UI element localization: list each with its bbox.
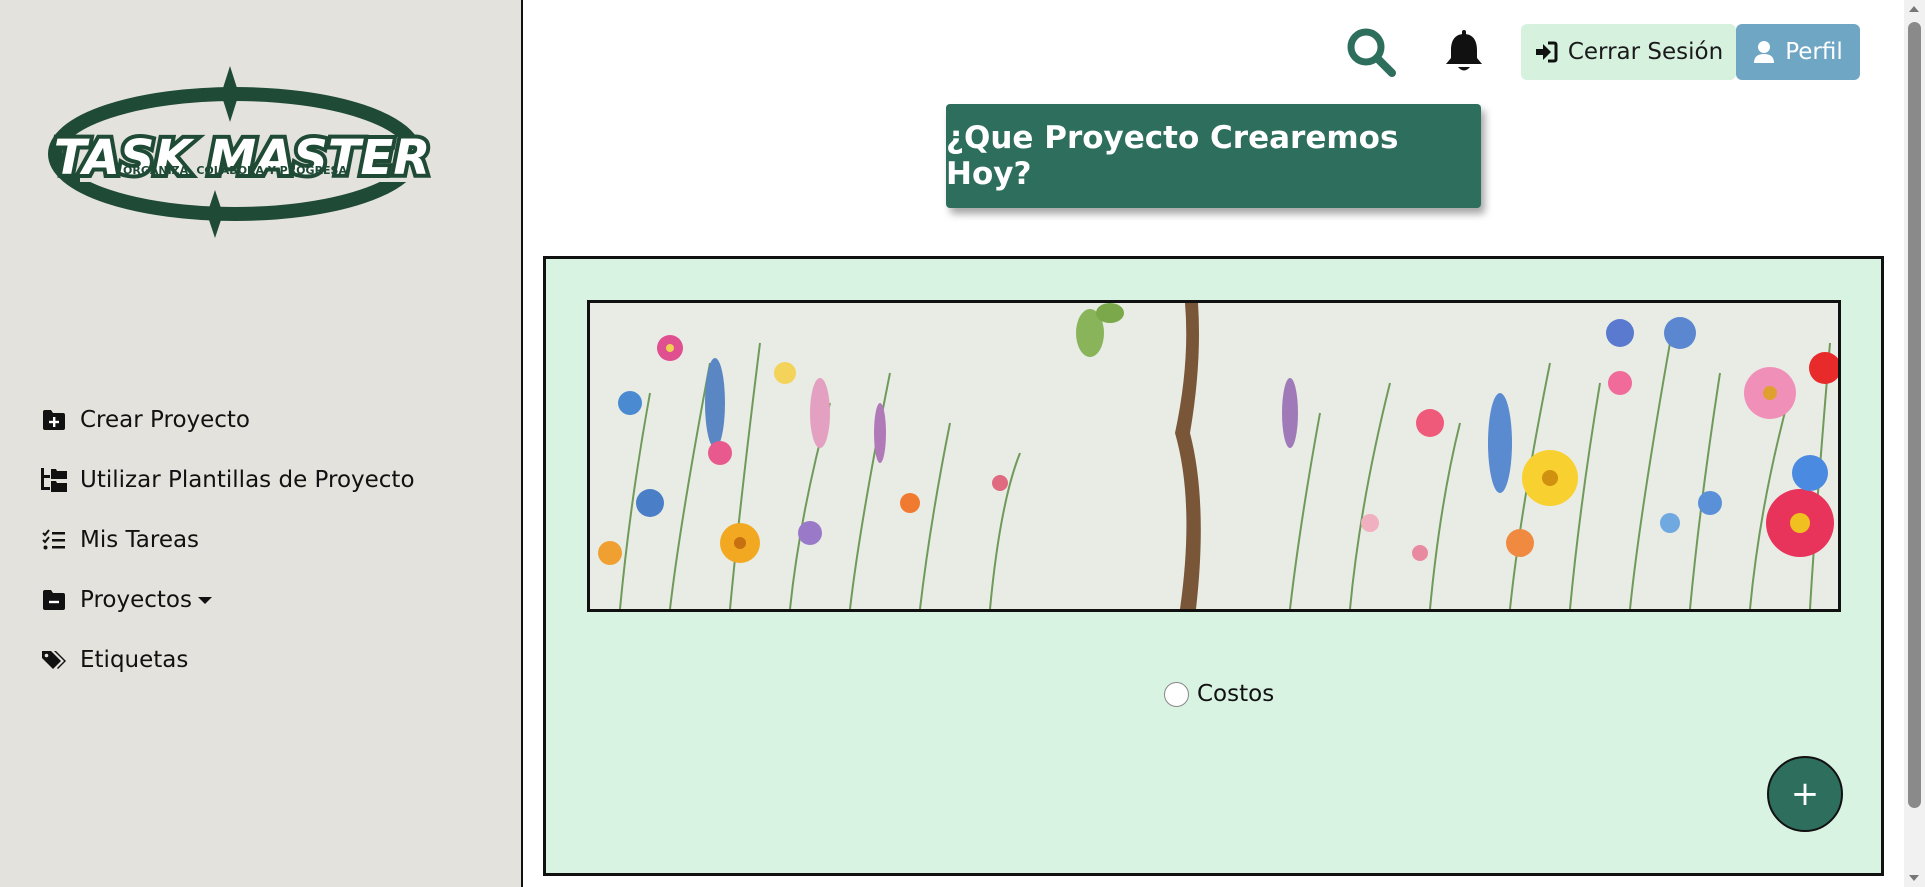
sidebar-item-mis-tareas[interactable]: Mis Tareas [40, 510, 415, 570]
sidebar-item-plantillas[interactable]: Utilizar Plantillas de Proyecto [40, 450, 415, 510]
vertical-scrollbar[interactable] [1904, 0, 1925, 887]
sign-in-icon [1535, 41, 1558, 63]
profile-button[interactable]: Perfil [1736, 24, 1860, 80]
sidebar-item-proyectos[interactable]: Proyectos [40, 570, 415, 630]
folder-minus-icon [40, 586, 68, 614]
task-master-logo[interactable]: TASK MASTER ORGANIZA, COLABORA Y PROGRES… [30, 62, 450, 242]
logo-tagline: ORGANIZA, COLABORA Y PROGRESA [123, 164, 347, 177]
project-radio-costos[interactable]: Costos [1164, 681, 1274, 707]
sidebar-item-label: Proyectos [80, 587, 192, 613]
scroll-down-arrow-icon[interactable] [1909, 875, 1919, 881]
sidebar-item-crear-proyecto[interactable]: Crear Proyecto [40, 390, 415, 450]
folder-tree-icon [40, 466, 68, 494]
tags-icon [40, 646, 68, 674]
sidebar-item-label: Mis Tareas [80, 527, 200, 553]
sidebar: TASK MASTER ORGANIZA, COLABORA Y PROGRES… [0, 0, 523, 887]
list-check-icon [40, 526, 68, 554]
flower-banner-image [587, 300, 1841, 612]
sidebar-item-label: Crear Proyecto [80, 407, 251, 433]
scroll-up-arrow-icon[interactable] [1909, 6, 1919, 12]
caret-down-icon [197, 596, 212, 604]
logout-label: Cerrar Sesión [1567, 39, 1724, 65]
search-icon[interactable] [1345, 26, 1397, 78]
scrollbar-thumb[interactable] [1908, 22, 1921, 808]
sidebar-item-label: Etiquetas [80, 647, 189, 673]
sidebar-nav: Crear Proyecto Utilizar Plantillas de Pr… [40, 390, 415, 690]
sidebar-item-etiquetas[interactable]: Etiquetas [40, 630, 415, 690]
projects-panel: Costos + [543, 256, 1884, 876]
app-root: TASK MASTER ORGANIZA, COLABORA Y PROGRES… [0, 0, 1925, 887]
project-label: Costos [1197, 681, 1275, 707]
folder-plus-icon [40, 406, 68, 434]
logout-button[interactable]: Cerrar Sesión [1521, 24, 1736, 80]
bell-icon[interactable] [1442, 28, 1486, 74]
radio-button[interactable] [1164, 681, 1189, 707]
add-project-fab[interactable]: + [1767, 756, 1843, 832]
profile-label: Perfil [1785, 39, 1843, 65]
user-icon [1754, 41, 1775, 63]
sidebar-item-label: Utilizar Plantillas de Proyecto [80, 467, 415, 493]
create-project-hero-button[interactable]: ¿Que Proyecto Crearemos Hoy? [946, 104, 1481, 208]
logo-title: TASK MASTER [54, 130, 431, 186]
